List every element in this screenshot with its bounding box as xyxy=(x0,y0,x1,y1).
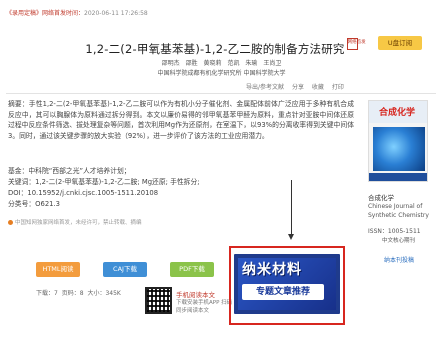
copyright-note-text: 中国知网独家网络首发，未经许可，禁止转载、摘编 xyxy=(15,220,142,226)
keywords[interactable]: 关键词：1,2-二(2-甲氧基苯基)-1,2-乙二胺; Mg还原; 手性拆分; xyxy=(8,176,354,186)
page-title: 1,2-二(2-甲氧基苯基)-1,2-乙二胺的制备方法研究 xyxy=(85,42,345,56)
author-link[interactable]: 王尚卫 xyxy=(263,60,281,67)
doi: DOI：10.15952/j.cnki.cjsc.1005-1511.20108 xyxy=(8,189,159,197)
author-link[interactable]: 邵明杰 xyxy=(162,60,180,67)
abstract-text: 摘要：手性1,2-二(2-甲氧基苯基)-1,2-乙二胺可以作为有机小分子催化剂、… xyxy=(8,100,354,141)
ad-subtitle: 专题文章推荐 xyxy=(242,284,324,300)
mobile-read-description: 下载安装手机APP 扫码同步阅读本文 xyxy=(176,300,233,314)
qr-code-icon xyxy=(145,287,172,314)
annotation-arrow xyxy=(291,180,292,236)
favorite-button[interactable]: 收藏 xyxy=(312,84,324,91)
nano-materials-ad-banner[interactable]: 纳米材料 专题文章推荐 xyxy=(234,254,340,314)
classification-number: 分类号：O621.3 xyxy=(8,200,60,208)
author-link[interactable]: 邵胜 xyxy=(186,60,198,67)
cover-band xyxy=(369,173,427,181)
toolbar: 导出/参考文献 分享 收藏 打印 xyxy=(240,82,344,91)
mobile-read-title[interactable]: 手机阅读本文 xyxy=(176,289,215,299)
info-icon xyxy=(8,220,13,225)
journal-cover[interactable]: 合成化学 xyxy=(368,100,428,182)
cover-journal-name: 合成化学 xyxy=(379,108,416,118)
divider xyxy=(6,93,436,94)
publish-datetime: 2020-06-11 17:26:58 xyxy=(84,10,148,17)
author-link[interactable]: 黄晓莉 xyxy=(204,60,222,67)
ad-title: 纳米材料 xyxy=(242,262,302,278)
print-button[interactable]: 打印 xyxy=(332,84,344,91)
author-list: 邵明杰 邵胜 黄晓莉 范凯 朱瑜 王尚卫 xyxy=(0,58,443,67)
author-link[interactable]: 范凯 xyxy=(227,60,239,67)
network-first-badge: 网络首发 xyxy=(346,38,366,50)
publish-info: 《录用定稿》网络首发时间：2020-06-11 17:26:58 xyxy=(6,8,148,17)
arrow-down-icon xyxy=(288,234,294,240)
export-reference-button[interactable]: 导出/参考文献 xyxy=(246,84,284,91)
u-disk-subscribe-button[interactable]: U盘订阅 xyxy=(378,36,422,50)
pdf-download-button[interactable]: PDF下载 xyxy=(170,262,214,277)
journal-name-en: Chinese Journal of Synthetic Chemistry xyxy=(368,203,429,219)
page-title-row: 1,2-二(2-甲氧基苯基)-1,2-乙二胺的制备方法研究 网络首发 xyxy=(0,38,443,57)
download-stats: 下载：7 页码：8 大小：345K xyxy=(36,290,121,297)
journal-issn: ISSN：1005-1511 xyxy=(368,228,421,235)
submit-to-journal-link[interactable]: 纳本刊投稿 xyxy=(384,255,414,264)
author-link[interactable]: 朱瑜 xyxy=(245,60,257,67)
share-button[interactable]: 分享 xyxy=(292,84,304,91)
copyright-note: 中国知网独家网络首发，未经许可，禁止转载、摘编 xyxy=(8,218,142,226)
caj-download-button[interactable]: CAJ下载 xyxy=(103,262,147,277)
core-journal-badge: 中文核心期刊 xyxy=(382,238,416,244)
publish-lead: 《录用定稿》网络首发时间： xyxy=(6,10,85,17)
cover-image xyxy=(373,127,425,171)
fund-info: 基金：中科院“西部之光”人才培养计划； xyxy=(8,167,131,175)
affiliation[interactable]: 中国科学院成都有机化学研究所 中国科学院大学 xyxy=(0,68,443,77)
html-read-button[interactable]: HTML阅读 xyxy=(36,262,80,277)
journal-name-cn[interactable]: 合成化学 xyxy=(368,192,394,202)
